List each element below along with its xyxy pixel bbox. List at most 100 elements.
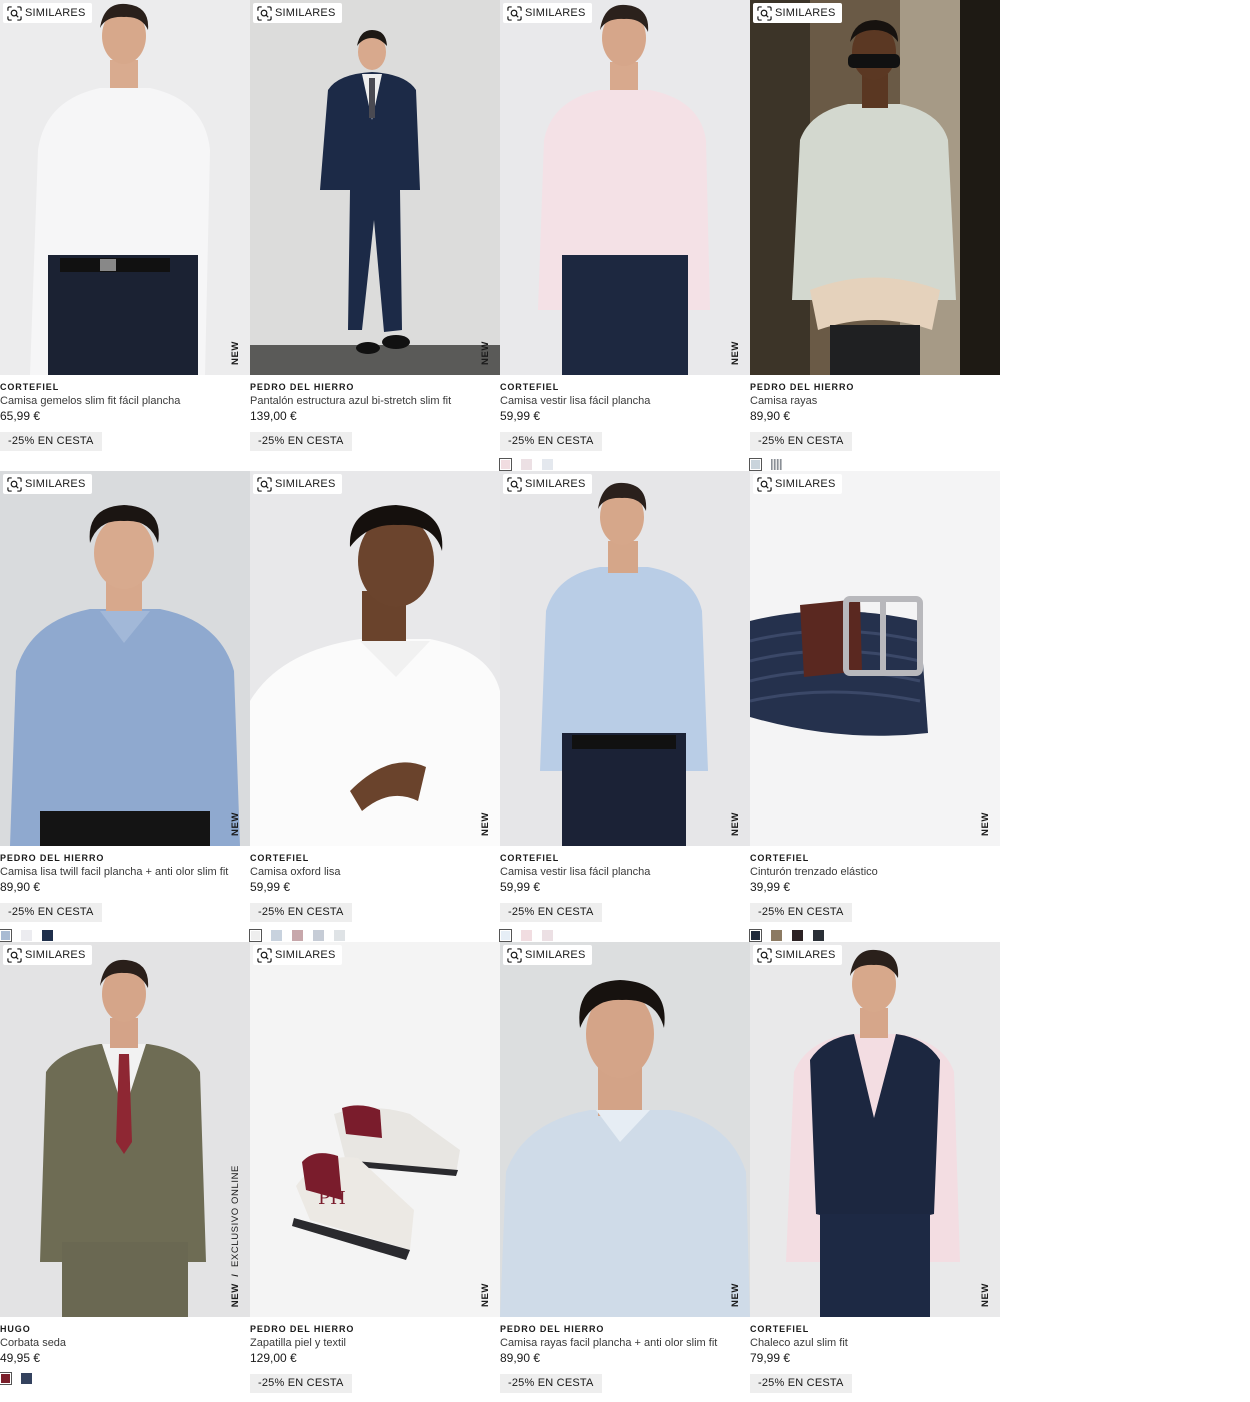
product-image[interactable]: PH SIMILARES NEW [250,942,500,1317]
product-name[interactable]: Chaleco azul slim fit [750,1336,1000,1350]
product-image[interactable]: SIMILARES NEW [250,471,500,846]
similar-label: SIMILARES [775,949,836,961]
product-image[interactable]: SIMILARES NEW [500,942,750,1317]
color-swatch[interactable] [542,459,553,470]
product-price: 49,95 € [0,1351,41,1365]
product-price: 59,99 € [500,880,541,894]
product-image[interactable]: SIMILARES NEW [0,0,250,375]
color-swatch[interactable] [42,930,53,941]
similar-button[interactable]: SIMILARES [253,474,342,494]
visual-search-icon [7,476,22,492]
similar-button[interactable]: SIMILARES [3,3,92,23]
similar-label: SIMILARES [25,7,86,19]
similar-button[interactable]: SIMILARES [3,474,92,494]
similar-label: SIMILARES [775,7,836,19]
product-image[interactable]: SIMILARES NEW [750,471,1000,846]
color-swatches [0,1372,32,1385]
similar-button[interactable]: SIMILARES [753,3,842,23]
product-card[interactable]: SIMILARES NEW CORTEFIEL Cinturón trenzad… [749,471,1000,942]
color-swatch[interactable] [542,930,553,941]
color-swatch[interactable] [21,930,32,941]
color-swatches [499,929,553,942]
visual-search-icon [507,476,522,492]
color-swatch[interactable] [271,930,282,941]
product-card[interactable]: SIMILARES NEW CORTEFIEL Camisa gemelos s… [0,0,250,471]
color-swatch[interactable] [792,930,803,941]
product-image[interactable]: SIMILARES NEW [0,471,250,846]
similar-button[interactable]: SIMILARES [753,945,842,965]
product-name[interactable]: Camisa vestir lisa fácil plancha [500,394,750,408]
similar-button[interactable]: SIMILARES [503,945,592,965]
color-swatch[interactable] [771,930,782,941]
similar-label: SIMILARES [275,7,336,19]
product-name[interactable]: Camisa gemelos slim fit fácil plancha [0,394,250,408]
product-info: CORTEFIEL Cinturón trenzado elástico 39,… [750,852,1000,922]
color-swatch[interactable] [334,930,345,941]
product-image[interactable]: SIMILARES NEW [500,471,750,846]
product-card[interactable]: SIMILARES NEW PEDRO DEL HIERRO Pantalón … [250,0,500,471]
color-swatch[interactable] [749,458,762,471]
similar-button[interactable]: SIMILARES [253,3,342,23]
product-name[interactable]: Zapatilla piel y textil [250,1336,500,1350]
similar-button[interactable]: SIMILARES [503,3,592,23]
product-name[interactable]: Camisa lisa twill facil plancha + anti o… [0,865,250,879]
color-swatch[interactable] [499,929,512,942]
similar-label: SIMILARES [525,478,586,490]
product-name[interactable]: Pantalón estructura azul bi-stretch slim… [250,394,500,408]
product-photo-man-blue-twill-shirt [0,471,250,846]
product-price: 39,99 € [750,880,791,894]
color-swatch[interactable] [292,930,303,941]
color-swatch[interactable] [0,929,12,942]
product-info: CORTEFIEL Camisa gemelos slim fit fácil … [0,381,250,451]
product-image[interactable]: SIMILARES [750,0,1000,375]
product-info: CORTEFIEL Camisa oxford lisa 59,99 € -25… [250,852,500,922]
product-card[interactable]: SIMILARES NEW CORTEFIEL Camisa oxford li… [249,471,500,942]
product-name[interactable]: Corbata seda [0,1336,250,1350]
color-swatch[interactable] [749,929,762,942]
product-brand: CORTEFIEL [500,382,560,392]
product-brand: PEDRO DEL HIERRO [250,382,355,392]
product-name[interactable]: Camisa vestir lisa fácil plancha [500,865,750,879]
product-name[interactable]: Camisa rayas [750,394,1000,408]
product-card[interactable]: SIMILARES NEW CORTEFIEL Chaleco azul sli… [750,942,1000,1402]
product-card[interactable]: SIMILARES NEW CORTEFIEL Camisa vestir li… [499,0,750,471]
product-image[interactable]: SIMILARES NEW [750,942,1000,1317]
color-swatch[interactable] [313,930,324,941]
product-name[interactable]: Camisa rayas facil plancha + anti olor s… [500,1336,750,1350]
similar-button[interactable]: SIMILARES [753,474,842,494]
similar-button[interactable]: SIMILARES [3,945,92,965]
similar-button[interactable]: SIMILARES [253,945,342,965]
color-swatch[interactable] [521,459,532,470]
product-card[interactable]: SIMILARES NEW / EXCLUSIVO ONLINE HUGO Co… [0,942,250,1402]
promo-badge: -25% EN CESTA [500,903,602,922]
product-card[interactable]: SIMILARES NEW PEDRO DEL HIERRO Camisa li… [0,471,250,942]
color-swatch[interactable] [21,1373,32,1384]
product-card[interactable]: SIMILARES PEDRO DEL HIERRO Camisa rayas … [749,0,1000,471]
product-image[interactable]: SIMILARES NEW [500,0,750,375]
similar-label: SIMILARES [525,949,586,961]
product-card[interactable]: SIMILARES NEW CORTEFIEL Camisa vestir li… [499,471,750,942]
product-photo-sneakers: PH [250,942,500,1317]
product-photo-man-white-shirt [0,0,250,375]
promo-badge: -25% EN CESTA [500,432,602,451]
color-swatch[interactable] [499,458,512,471]
visual-search-icon [507,947,522,963]
color-swatch[interactable] [813,930,824,941]
product-image[interactable]: SIMILARES NEW [250,0,500,375]
color-swatch[interactable] [0,1372,12,1385]
product-card[interactable]: SIMILARES NEW PEDRO DEL HIERRO Camisa ra… [500,942,750,1402]
color-swatch[interactable] [771,459,782,470]
product-card[interactable]: PH SIMILARES NEW PEDRO DEL HIERRO Zapati… [250,942,500,1402]
color-swatches [749,458,782,471]
new-tag: NEW [980,812,991,836]
product-image[interactable]: SIMILARES NEW / EXCLUSIVO ONLINE [0,942,250,1317]
promo-badge: -25% EN CESTA [750,432,852,451]
product-name[interactable]: Cinturón trenzado elástico [750,865,1000,879]
product-name[interactable]: Camisa oxford lisa [250,865,500,879]
similar-button[interactable]: SIMILARES [503,474,592,494]
new-tag: NEW [230,1283,241,1307]
promo-badge: -25% EN CESTA [750,1374,852,1393]
color-swatch[interactable] [249,929,262,942]
color-swatch[interactable] [521,930,532,941]
product-info: PEDRO DEL HIERRO Camisa lisa twill facil… [0,852,250,922]
